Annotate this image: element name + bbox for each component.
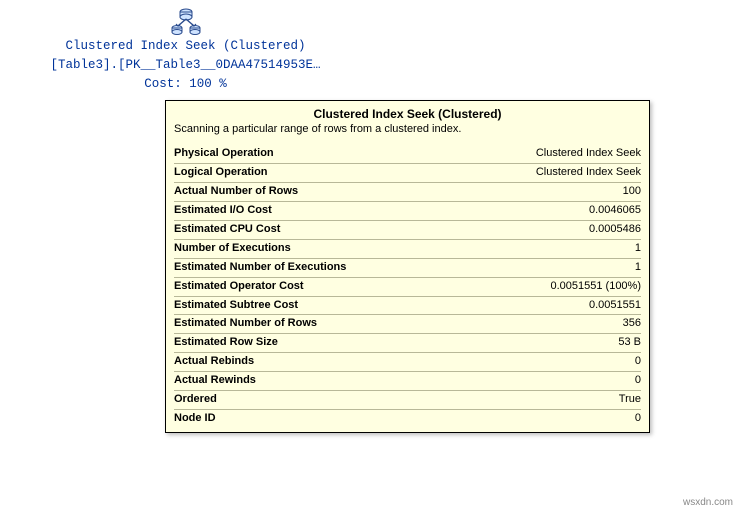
- tooltip-row-value: 356: [623, 316, 641, 332]
- tooltip-row-label: Node ID: [174, 411, 216, 427]
- operator-tooltip: Clustered Index Seek (Clustered) Scannin…: [165, 100, 650, 433]
- tooltip-row-label: Estimated Row Size: [174, 335, 278, 351]
- tooltip-row: Estimated Number of Rows 356: [174, 315, 641, 334]
- tooltip-row-label: Logical Operation: [174, 165, 268, 181]
- tooltip-row: Actual Rewinds 0: [174, 372, 641, 391]
- watermark-text: wsxdn.com: [683, 497, 733, 508]
- tooltip-row-label: Estimated Subtree Cost: [174, 298, 298, 314]
- tooltip-row: Physical Operation Clustered Index Seek: [174, 145, 641, 164]
- tooltip-row-value: Clustered Index Seek: [536, 146, 641, 162]
- tooltip-row-value: True: [619, 392, 641, 408]
- tooltip-row: Estimated CPU Cost 0.0005486: [174, 221, 641, 240]
- tooltip-row-label: Estimated CPU Cost: [174, 222, 280, 238]
- tooltip-row-value: 0.0046065: [589, 203, 641, 219]
- tooltip-row-label: Actual Rebinds: [174, 354, 254, 370]
- tooltip-row: Estimated I/O Cost 0.0046065: [174, 202, 641, 221]
- tooltip-row-label: Estimated I/O Cost: [174, 203, 272, 219]
- clustered-index-seek-icon: [168, 6, 204, 36]
- tooltip-row-value: 0: [635, 373, 641, 389]
- tooltip-row: Number of Executions 1: [174, 240, 641, 259]
- tooltip-row-value: 53 B: [618, 335, 641, 351]
- tooltip-row-label: Number of Executions: [174, 241, 291, 257]
- tooltip-row: Node ID 0: [174, 410, 641, 428]
- tooltip-row: Estimated Operator Cost 0.0051551 (100%): [174, 278, 641, 297]
- tooltip-row-value: 0.0051551 (100%): [550, 279, 641, 295]
- tooltip-title: Clustered Index Seek (Clustered): [174, 107, 641, 121]
- tooltip-row-label: Ordered: [174, 392, 217, 408]
- tooltip-row-value: 1: [635, 260, 641, 276]
- tooltip-row-label: Estimated Operator Cost: [174, 279, 304, 295]
- tooltip-row: Actual Number of Rows 100: [174, 183, 641, 202]
- tooltip-row-value: 100: [623, 184, 641, 200]
- tooltip-row: Estimated Number of Executions 1: [174, 259, 641, 278]
- tooltip-row-value: Clustered Index Seek: [536, 165, 641, 181]
- tooltip-row-value: 0.0051551: [589, 298, 641, 314]
- tooltip-row: Actual Rebinds 0: [174, 353, 641, 372]
- plan-node-label-line2: [Table3].[PK__Table3__0DAA47514953E…: [8, 57, 363, 74]
- tooltip-row: Ordered True: [174, 391, 641, 410]
- tooltip-row-value: 1: [635, 241, 641, 257]
- tooltip-row-label: Estimated Number of Executions: [174, 260, 346, 276]
- tooltip-row-value: 0.0005486: [589, 222, 641, 238]
- tooltip-row: Estimated Subtree Cost 0.0051551: [174, 297, 641, 316]
- tooltip-row-value: 0: [635, 411, 641, 427]
- tooltip-description: Scanning a particular range of rows from…: [174, 123, 641, 135]
- tooltip-row-label: Estimated Number of Rows: [174, 316, 317, 332]
- tooltip-row-value: 0: [635, 354, 641, 370]
- tooltip-row-label: Actual Rewinds: [174, 373, 256, 389]
- tooltip-row-label: Actual Number of Rows: [174, 184, 298, 200]
- tooltip-row: Estimated Row Size 53 B: [174, 334, 641, 353]
- plan-node-label-line1: Clustered Index Seek (Clustered): [8, 38, 363, 55]
- tooltip-row-label: Physical Operation: [174, 146, 274, 162]
- plan-node-label-line3: Cost: 100 %: [8, 76, 363, 93]
- tooltip-row: Logical Operation Clustered Index Seek: [174, 164, 641, 183]
- execution-plan-node[interactable]: Clustered Index Seek (Clustered) [Table3…: [8, 6, 363, 93]
